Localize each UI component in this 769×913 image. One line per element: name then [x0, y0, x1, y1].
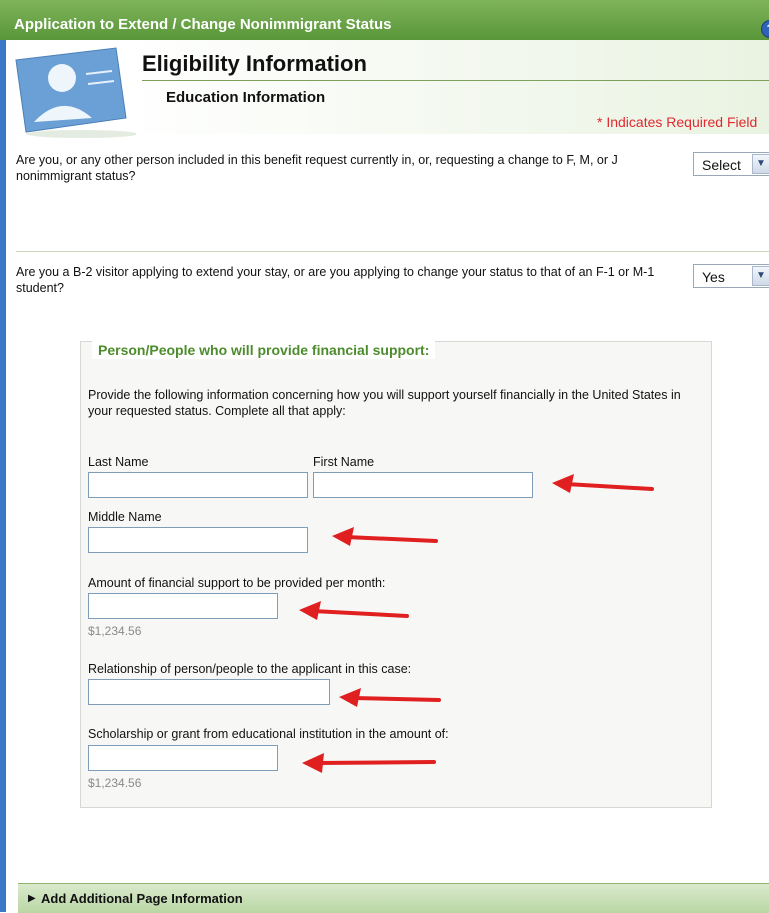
- section-divider: [16, 251, 769, 252]
- middle-name-input[interactable]: [88, 527, 308, 553]
- red-arrow-icon: [299, 601, 409, 620]
- add-page-info-label[interactable]: Add Additional Page Information: [41, 891, 243, 906]
- last-name-input[interactable]: [88, 472, 308, 498]
- first-name-label: First Name: [313, 455, 375, 469]
- scholarship-format-hint: $1,234.56: [88, 776, 142, 790]
- add-page-info-bar[interactable]: ▶ Add Additional Page Information: [18, 883, 769, 913]
- chevron-down-icon[interactable]: ▼: [752, 154, 769, 174]
- monthly-support-amount-input[interactable]: [88, 593, 278, 619]
- page-title: Eligibility Information: [142, 51, 367, 76]
- left-rail: [0, 40, 6, 912]
- red-arrow-icon: [302, 753, 436, 773]
- red-arrow-icon: [552, 474, 654, 493]
- section-subtitle: Education Information: [166, 89, 326, 106]
- fmj-status-select-value: Select: [702, 157, 741, 173]
- chevron-down-icon[interactable]: ▼: [752, 266, 769, 286]
- financial-support-legend: Person/People who will provide financial…: [92, 341, 436, 359]
- window-title: Application to Extend / Change Nonimmigr…: [14, 16, 392, 33]
- b2-visitor-select[interactable]: Yes ▼: [693, 264, 769, 288]
- heading-divider: [142, 80, 769, 81]
- fmj-status-select[interactable]: Select ▼: [693, 152, 769, 176]
- relationship-label: Relationship of person/people to the app…: [88, 662, 412, 676]
- help-icon[interactable]: ?: [761, 20, 769, 38]
- last-name-label: Last Name: [88, 455, 149, 469]
- monthly-support-amount-label: Amount of financial support to be provid…: [88, 576, 386, 590]
- middle-name-label: Middle Name: [88, 510, 162, 524]
- question-fmj-status: Are you, or any other person included in…: [16, 153, 618, 183]
- b2-visitor-select-value: Yes: [702, 269, 725, 285]
- red-arrow-icon: [332, 527, 438, 546]
- user-avatar-icon: [15, 47, 136, 138]
- window-titlebar: Application to Extend / Change Nonimmigr…: [0, 0, 769, 40]
- red-arrow-icon: [339, 688, 441, 707]
- question-b2-visitor: Are you a B-2 visitor applying to extend…: [16, 265, 655, 295]
- required-field-note: * Indicates Required Field: [597, 114, 758, 130]
- scholarship-amount-label: Scholarship or grant from educational in…: [88, 727, 449, 741]
- relationship-input[interactable]: [88, 679, 330, 705]
- amount-format-hint: $1,234.56: [88, 624, 142, 638]
- financial-support-instructions: Provide the following information concer…: [88, 388, 681, 418]
- first-name-input[interactable]: [313, 472, 533, 498]
- expand-triangle-icon[interactable]: ▶: [28, 893, 36, 904]
- scholarship-amount-input[interactable]: [88, 745, 278, 771]
